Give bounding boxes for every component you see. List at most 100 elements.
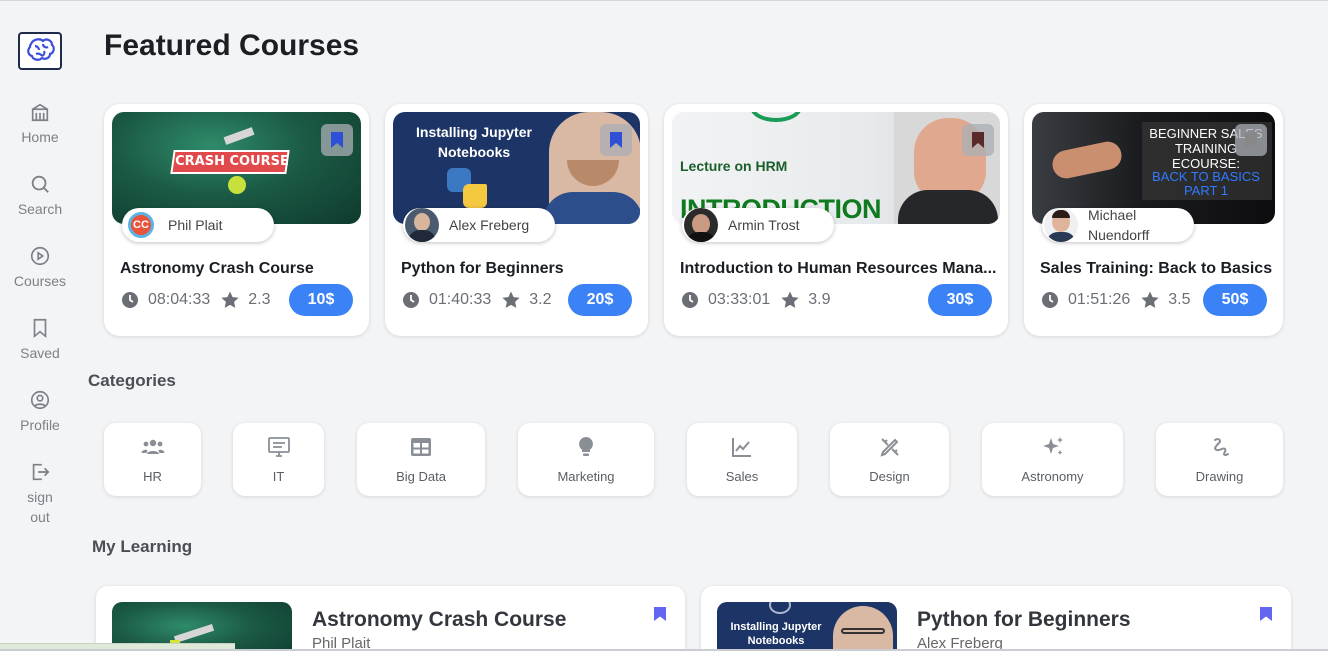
course-meta: 01:51:26 3.5: [1040, 284, 1191, 316]
monitor-icon: [267, 437, 290, 457]
course-card[interactable]: BEGINNER SALES TRAINING ECOURSE: BACK TO…: [1024, 104, 1283, 336]
author-name: Phil Plait: [168, 217, 223, 233]
bookmark-button[interactable]: [321, 124, 353, 156]
price-badge[interactable]: 20$: [568, 284, 632, 316]
bookmark-button[interactable]: [600, 124, 632, 156]
star-icon: [502, 291, 520, 308]
category-astronomy[interactable]: Astronomy: [982, 423, 1123, 496]
course-duration: 01:40:33: [429, 291, 492, 308]
learning-course-title: Python for Beginners: [917, 608, 1131, 631]
page-title: Featured Courses: [104, 29, 360, 62]
category-label: Design: [869, 469, 910, 484]
avatar: CC: [124, 208, 158, 242]
user-circle-icon: [30, 390, 50, 410]
learning-card[interactable]: Installing Jupyter Notebooks Python for …: [701, 586, 1291, 651]
course-thumbnail: Installing Jupyter Notebooks: [717, 602, 897, 651]
course-title: Sales Training: Back to Basics: [1040, 260, 1273, 277]
course-meta: 01:40:33 3.2: [401, 284, 552, 316]
course-rating: 2.3: [248, 291, 271, 308]
category-label: Drawing: [1195, 469, 1244, 484]
nav-sign-out-label: sign out: [27, 489, 53, 525]
price-badge[interactable]: 30$: [928, 284, 992, 316]
star-icon: [1141, 291, 1159, 308]
search-icon: [31, 175, 49, 193]
category-design[interactable]: Design: [830, 423, 949, 496]
author-name: Alex Freberg: [449, 217, 530, 233]
chart-line-icon: [732, 438, 751, 457]
avatar: [684, 208, 718, 242]
course-meta: 03:33:01 3.9: [680, 284, 831, 316]
category-marketing[interactable]: Marketing: [518, 423, 654, 496]
category-drawing[interactable]: Drawing: [1156, 423, 1283, 496]
course-title: Python for Beginners: [401, 260, 564, 277]
lightbulb-icon: [579, 437, 593, 456]
bookmark-icon[interactable]: [1259, 606, 1273, 622]
course-rating: 3.2: [529, 291, 552, 308]
category-it[interactable]: IT: [233, 423, 324, 496]
category-label: HR: [143, 469, 162, 484]
clock-icon: [1042, 292, 1058, 308]
nav-search[interactable]: Search: [0, 173, 80, 219]
nav-saved[interactable]: Saved: [0, 317, 80, 363]
nav-sign-out[interactable]: sign out: [0, 461, 80, 527]
bookmark-icon[interactable]: [653, 606, 667, 622]
course-duration: 01:51:26: [1068, 291, 1131, 308]
bookmark-icon: [33, 318, 47, 339]
course-card[interactable]: Installing Jupyter Notebooks Alex Freber…: [385, 104, 648, 336]
category-hr[interactable]: HR: [104, 423, 201, 496]
author-pill: Alex Freberg: [403, 208, 555, 242]
building-icon: [31, 103, 49, 122]
clock-icon: [682, 292, 698, 308]
course-rating: 3.5: [1168, 291, 1191, 308]
category-label: Marketing: [557, 469, 615, 484]
play-circle-icon: [30, 246, 50, 266]
sparkles-icon: [1042, 437, 1063, 455]
category-label: Astronomy: [1021, 469, 1084, 484]
thumbnail-text: BACK TO BASICS PART 1: [1152, 169, 1260, 198]
category-label: Sales: [725, 469, 759, 484]
avatar: [1044, 208, 1078, 242]
my-learning-title: My Learning: [92, 537, 193, 556]
nav-home-label: Home: [21, 129, 59, 145]
thumbnail-text: Lecture on HRM: [680, 158, 788, 174]
category-label: IT: [272, 469, 285, 484]
category-sales[interactable]: Sales: [687, 423, 797, 496]
thumbnail-text: Installing Jupyter Notebooks: [416, 124, 532, 160]
thumbnail-text: CRASH COURSE: [175, 154, 289, 169]
scribble-icon: [1213, 438, 1229, 457]
learning-card[interactable]: Astronomy Crash Course Phil Plait: [96, 586, 685, 651]
price-badge[interactable]: 10$: [289, 284, 353, 316]
users-icon: [141, 439, 164, 454]
bookmark-icon: [972, 132, 984, 148]
bookmark-button[interactable]: [1235, 124, 1267, 156]
course-card[interactable]: Lecture on HRM INTRODUCTION Armin Trost …: [664, 104, 1008, 336]
bookmark-button[interactable]: [962, 124, 994, 156]
nav-home[interactable]: Home: [0, 101, 80, 147]
category-big-data[interactable]: Big Data: [357, 423, 485, 496]
nav-courses-label: Courses: [13, 273, 67, 289]
course-card[interactable]: CRASH COURSE CC Phil Plait Astronomy Cra…: [104, 104, 369, 336]
price-badge[interactable]: 50$: [1203, 284, 1267, 316]
brain-logo-icon[interactable]: [18, 32, 62, 70]
learning-course-title: Astronomy Crash Course: [312, 608, 567, 631]
star-icon: [221, 291, 239, 308]
course-title: Astronomy Crash Course: [120, 260, 314, 277]
author-pill: CC Phil Plait: [122, 208, 274, 242]
nav-courses[interactable]: Courses: [0, 245, 80, 291]
course-duration: 08:04:33: [148, 291, 211, 308]
author-pill: Michael Nuendorff: [1042, 207, 1194, 243]
table-icon: [411, 438, 431, 456]
categories-title: Categories: [88, 371, 176, 390]
sidebar: Home Search Courses Saved Profile sign o…: [0, 1, 80, 651]
sign-out-icon: [32, 463, 50, 481]
avatar: [405, 208, 439, 242]
nav-profile-label: Profile: [20, 417, 60, 433]
nav-search-label: Search: [17, 201, 63, 217]
course-meta: 08:04:33 2.3: [120, 284, 271, 316]
bookmark-icon: [331, 132, 343, 148]
course-duration: 03:33:01: [708, 291, 771, 308]
nav-profile[interactable]: Profile: [0, 389, 80, 435]
bookmark-icon: [1245, 132, 1257, 148]
author-name: Armin Trost: [728, 217, 800, 233]
course-rating: 3.9: [808, 291, 831, 308]
